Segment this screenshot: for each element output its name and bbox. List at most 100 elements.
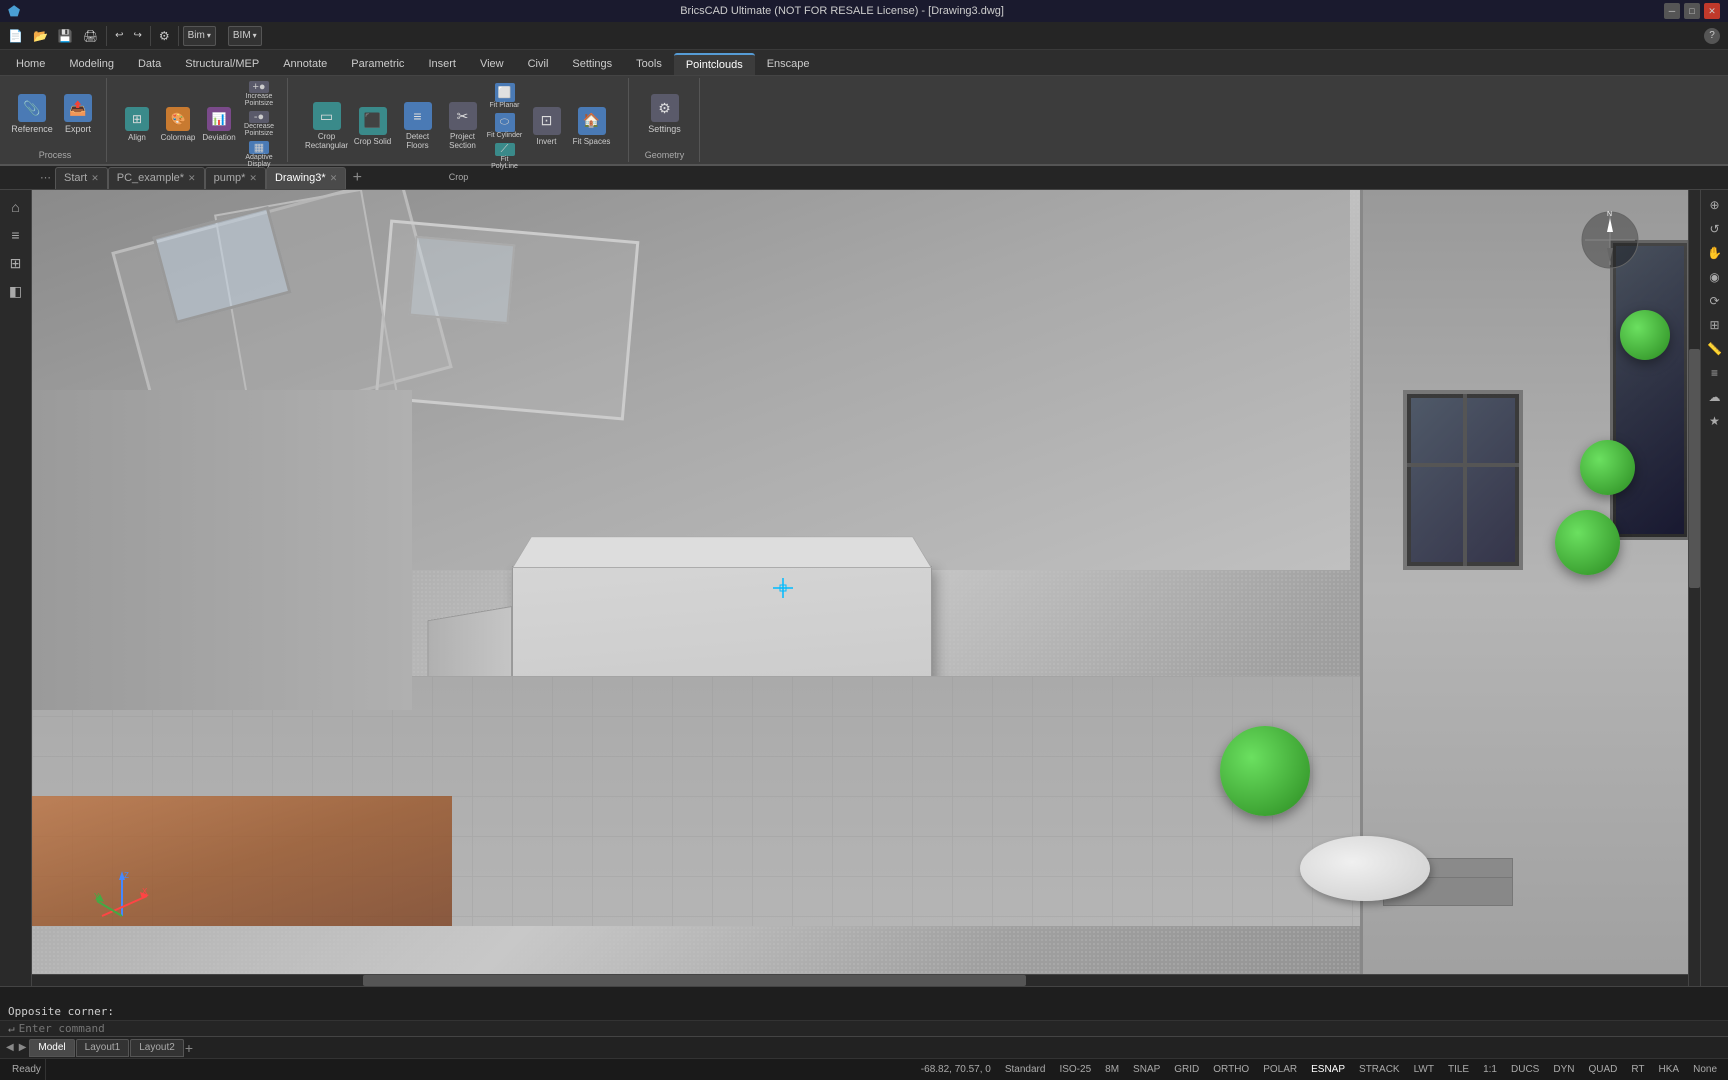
geometry-settings-button[interactable]: ⚙ Settings	[643, 84, 687, 144]
add-layout-button[interactable]: +	[185, 1040, 193, 1056]
tab-settings[interactable]: Settings	[560, 53, 624, 75]
close-pump-tab[interactable]: ✕	[249, 173, 257, 184]
pan-sidebar-button[interactable]: ✋	[1704, 242, 1726, 264]
table-sidebar-button[interactable]: ⊞	[1704, 314, 1726, 336]
doc-tab-pc-example[interactable]: PC_example* ✕	[108, 167, 205, 189]
settings-button[interactable]: ⚙	[155, 25, 174, 47]
rt-toggle[interactable]: RT	[1628, 1059, 1647, 1080]
tab-parametric[interactable]: Parametric	[339, 53, 416, 75]
balloon-sidebar-button[interactable]: ◉	[1704, 266, 1726, 288]
ortho-toggle[interactable]: ORTHO	[1210, 1059, 1252, 1080]
scrollbar-thumb-v[interactable]	[1689, 349, 1700, 588]
properties-sidebar-button[interactable]: ◧	[3, 278, 29, 304]
print-button[interactable]: 🖨	[79, 25, 102, 47]
blocks-sidebar-button[interactable]: ⊞	[3, 250, 29, 276]
colormap-button[interactable]: 🎨 Colormap	[158, 95, 198, 153]
tab-tools[interactable]: Tools	[624, 53, 674, 75]
close-start-tab[interactable]: ✕	[91, 173, 99, 184]
tab-annotate[interactable]: Annotate	[271, 53, 339, 75]
ducs-toggle[interactable]: DUCS	[1508, 1059, 1542, 1080]
ruler-sidebar-button[interactable]: 📏	[1704, 338, 1726, 360]
orbit-sidebar-button[interactable]: ↺	[1704, 218, 1726, 240]
detect-floors-button[interactable]: ≡ Detect Floors	[396, 97, 440, 155]
undo-button[interactable]: ↩	[111, 25, 127, 47]
crop-rectangular-button[interactable]: ▭ Crop Rectangular	[304, 97, 350, 155]
scrollbar-thumb-h[interactable]	[363, 975, 1025, 986]
tab-view[interactable]: View	[468, 53, 516, 75]
quad-toggle[interactable]: QUAD	[1585, 1059, 1620, 1080]
open-button[interactable]: 📂	[29, 25, 52, 47]
new-button[interactable]: 📄	[4, 25, 27, 47]
save-button[interactable]: 💾	[54, 25, 77, 47]
bim-dropdown2[interactable]: BIM ▾	[228, 26, 262, 46]
deviation-button[interactable]: 📊 Deviation	[199, 95, 239, 153]
layout-nav-prev[interactable]: ◀	[4, 1042, 16, 1053]
crop-rectangular-icon: ▭	[313, 102, 341, 130]
close-button[interactable]: ✕	[1704, 3, 1720, 19]
star-sidebar-button[interactable]: ★	[1704, 410, 1726, 432]
cloud-sidebar-button[interactable]: ☁	[1704, 386, 1726, 408]
align-button[interactable]: ⊞ Align	[117, 95, 157, 153]
reference-button[interactable]: 📎 Reference	[10, 84, 54, 144]
doc-tab-drawing3[interactable]: Drawing3* ✕	[266, 167, 346, 189]
zoom-sidebar-button[interactable]: ⊕	[1704, 194, 1726, 216]
export-button[interactable]: 📤 Export	[56, 84, 100, 144]
close-pc-example-tab[interactable]: ✕	[188, 173, 196, 184]
layers-sidebar-button[interactable]: ≡	[3, 222, 29, 248]
layout-tab-layout2[interactable]: Layout2	[130, 1039, 184, 1057]
increase-pointsize-icon: +●	[249, 81, 269, 93]
fit-polyline-button[interactable]: ⟋ Fit PolyLine	[486, 142, 524, 170]
layout-tab-model[interactable]: Model	[29, 1039, 74, 1057]
invert-button[interactable]: ⊡ Invert	[525, 97, 569, 155]
maximize-button[interactable]: □	[1684, 3, 1700, 19]
help-button[interactable]: ?	[1700, 25, 1724, 47]
tab-enscape[interactable]: Enscape	[755, 53, 822, 75]
scale-status[interactable]: 8M	[1102, 1059, 1122, 1080]
polar-toggle[interactable]: POLAR	[1260, 1059, 1300, 1080]
iso-status[interactable]: ISO-25	[1056, 1059, 1094, 1080]
tab-data[interactable]: Data	[126, 53, 173, 75]
redo-button[interactable]: ↪	[129, 25, 145, 47]
strack-toggle[interactable]: STRACK	[1356, 1059, 1403, 1080]
crop-solid-button[interactable]: ⬛ Crop Solid	[351, 97, 395, 155]
layout-nav-next[interactable]: ▶	[17, 1042, 29, 1053]
tile-toggle[interactable]: TILE	[1445, 1059, 1472, 1080]
tab-civil[interactable]: Civil	[516, 53, 561, 75]
tab-insert[interactable]: Insert	[416, 53, 468, 75]
layout-tab-layout1[interactable]: Layout1	[76, 1039, 130, 1057]
project-section-button[interactable]: ✂ Project Section	[441, 97, 485, 155]
history-sidebar-button[interactable]: ⟳	[1704, 290, 1726, 312]
viewport-scrollbar-v[interactable]	[1688, 190, 1700, 986]
snap-toggle[interactable]: SNAP	[1130, 1059, 1163, 1080]
bim-dropdown1[interactable]: Bim ▾	[183, 26, 216, 46]
home-sidebar-button[interactable]: ⌂	[3, 194, 29, 220]
standard-status[interactable]: Standard	[1002, 1059, 1049, 1080]
close-drawing3-tab[interactable]: ✕	[330, 173, 338, 184]
decrease-pointsize-button[interactable]: -● Decrease Pointsize	[240, 110, 278, 138]
tab-modeling[interactable]: Modeling	[57, 53, 126, 75]
hka-toggle[interactable]: HKA	[1656, 1059, 1683, 1080]
doc-tab-start[interactable]: Start ✕	[55, 167, 108, 189]
coordinates-display[interactable]: -68.82, 70.57, 0	[918, 1059, 994, 1080]
tab-structural[interactable]: Structural/MEP	[173, 53, 271, 75]
add-doc-tab-button[interactable]: +	[346, 167, 368, 189]
lwt-toggle[interactable]: LWT	[1411, 1059, 1437, 1080]
minimize-button[interactable]: ─	[1664, 3, 1680, 19]
fit-planar-button[interactable]: ⬜ Fit Planar	[486, 82, 524, 110]
ratio-display[interactable]: 1:1	[1480, 1059, 1500, 1080]
viewport[interactable]: Z X Y N	[32, 190, 1700, 986]
increase-pointsize-button[interactable]: +● Increase Pointsize	[240, 80, 278, 108]
fit-spaces-button[interactable]: 🏠 Fit Spaces	[570, 97, 614, 155]
doc-tab-pump[interactable]: pump* ✕	[205, 167, 266, 189]
esnap-toggle[interactable]: ESNAP	[1308, 1059, 1348, 1080]
grid-toggle[interactable]: GRID	[1171, 1059, 1202, 1080]
dyn-toggle[interactable]: DYN	[1550, 1059, 1577, 1080]
layers-sidebar-button2[interactable]: ≡	[1704, 362, 1726, 384]
none-display[interactable]: None	[1690, 1059, 1720, 1080]
fit-cylinder-button[interactable]: ⬭ Fit Cylinder	[486, 112, 524, 140]
viewport-scrollbar-h[interactable]	[32, 974, 1688, 986]
tab-home[interactable]: Home	[4, 53, 57, 75]
command-input[interactable]	[19, 1022, 1724, 1035]
adaptive-display-button[interactable]: ▦ Adaptive Display	[240, 140, 278, 168]
tab-pointclouds[interactable]: Pointclouds	[674, 53, 755, 75]
